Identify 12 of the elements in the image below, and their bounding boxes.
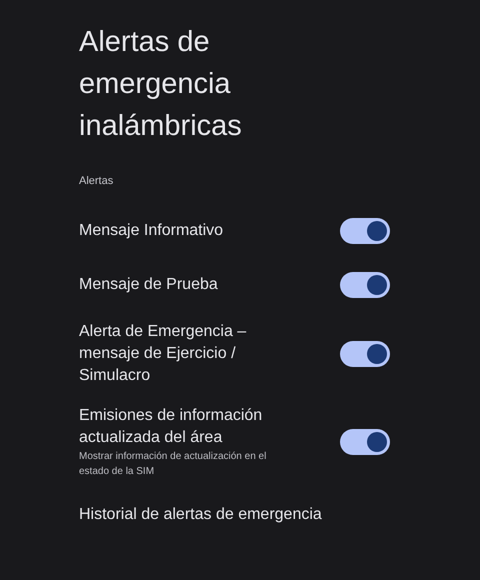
toggle-switch[interactable] <box>340 340 390 366</box>
setting-label: Mensaje de Prueba <box>79 274 219 294</box>
setting-summary: Mostrar información de actualización en el estado de la SIM <box>79 450 268 478</box>
setting-label: Mensaje Informativo <box>79 220 224 240</box>
history-link[interactable]: Historial de alertas de emergencia <box>79 506 322 522</box>
section-header: Alertas <box>79 174 114 189</box>
setting-label: Emisiones de información actualizada del área <box>79 406 264 448</box>
page-title: Alertas de emergencia inalámbricas <box>79 25 243 144</box>
toggle-switch[interactable] <box>340 428 390 454</box>
setting-label: Alerta de Emergencia – mensaje de Ejercicio / Simulacro <box>79 322 248 386</box>
toggle-switch[interactable] <box>340 218 390 244</box>
toggle-switch[interactable] <box>340 272 390 298</box>
